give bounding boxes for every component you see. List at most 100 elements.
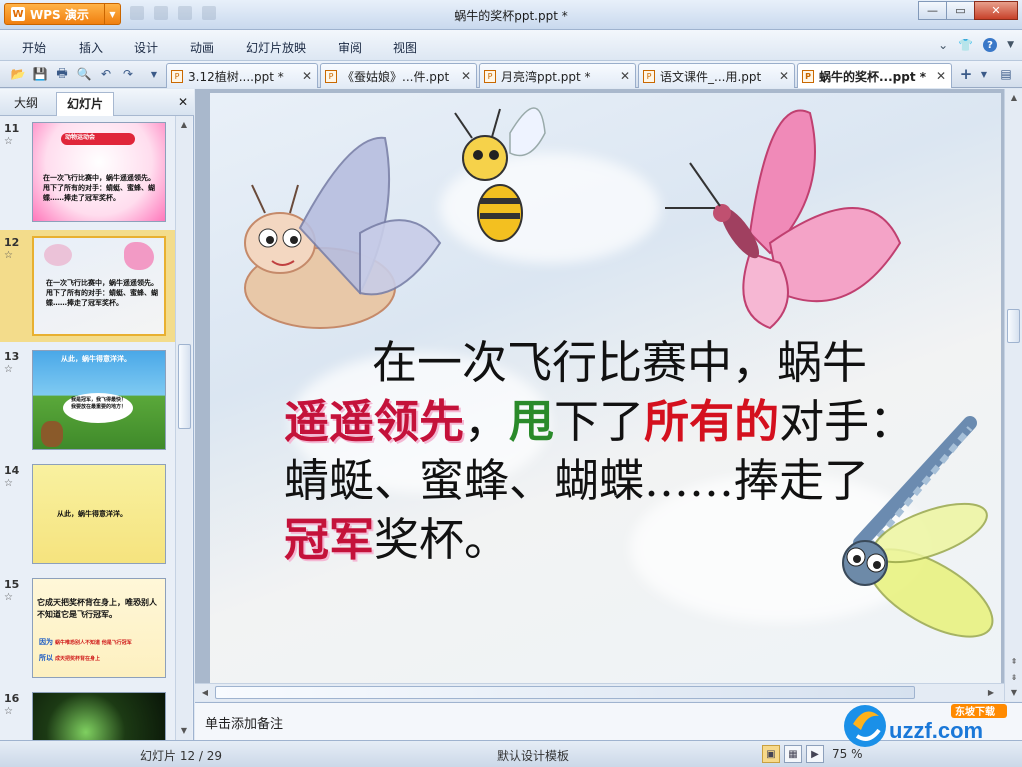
plain-text: 下了 xyxy=(554,395,645,448)
thumb-text: 从此，蜗牛得意洋洋。 xyxy=(61,355,131,363)
doc-tab-4[interactable]: P 语文课件_...用.ppt ✕ xyxy=(638,63,795,88)
ppt-file-icon: P xyxy=(171,69,183,83)
doc-tab-label: 语文课件_...用.ppt xyxy=(660,69,762,84)
slide-thumbnail[interactable]: 从此，蜗牛得意洋洋。 xyxy=(32,464,166,564)
thumb-text: 在一次飞行比赛中，蜗牛遥遥领先。甩下了所有的对手：蜻蜓、蜜蜂、蝴蝶……捧走了冠军… xyxy=(43,174,155,202)
scroll-right-icon[interactable]: ▶ xyxy=(985,686,997,698)
minimize-button[interactable]: — xyxy=(918,1,947,20)
doc-tab-5-active[interactable]: P 蜗牛的奖杯...ppt * ✕ xyxy=(797,63,952,88)
slides-panel-tabs: 大纲 幻灯片 ✕ xyxy=(0,89,194,116)
scrollbar-thumb[interactable] xyxy=(215,686,915,699)
scroll-down-icon[interactable]: ▼ xyxy=(1008,686,1020,698)
undo-icon[interactable]: ↶ xyxy=(98,66,114,82)
normal-view-button[interactable]: ▣ xyxy=(762,745,780,763)
slide-number: 11 xyxy=(4,122,20,135)
ppt-file-icon: P xyxy=(643,69,655,83)
scroll-up-icon[interactable]: ▲ xyxy=(1008,91,1020,103)
slide-thumbnail[interactable] xyxy=(32,692,166,740)
slideshow-button[interactable]: ▶ xyxy=(806,745,824,763)
chevron-down-icon[interactable]: ▼ xyxy=(976,66,992,82)
title-bar: W WPS 演示 ▼ 蜗牛的奖杯ppt.ppt * — ▭ ✕ xyxy=(0,0,1022,30)
save-icon[interactable]: 💾 xyxy=(32,66,48,82)
slide-vertical-scrollbar[interactable]: ▲ ⇞ ⇟ ▼ xyxy=(1004,89,1022,701)
doc-tab-label: 蜗牛的奖杯...ppt * xyxy=(819,69,927,84)
close-window-button[interactable]: ✕ xyxy=(974,1,1018,20)
slide-thumbnail[interactable]: 从此，蜗牛得意洋洋。 我是冠军，我飞得最快！我要放在最重要的地方！ xyxy=(32,350,166,450)
animation-star-icon: ☆ xyxy=(4,364,13,375)
scroll-up-icon[interactable]: ▲ xyxy=(178,118,190,130)
slide-number: 12 xyxy=(4,236,20,249)
uzzf-logo-icon: uzzf.com 东坡下载 xyxy=(844,704,1007,747)
slide-thumbnail-row[interactable]: 15 ☆ 它成天把奖杯背在身上，唯恐别人不知道它是飞行冠军。 因为 所以 蜗牛唯… xyxy=(0,572,175,684)
doc-tab-1[interactable]: P 3.12植树....ppt * ✕ xyxy=(166,63,318,88)
help-icon[interactable]: ? xyxy=(983,38,998,52)
tab-list-icon[interactable]: ▤ xyxy=(998,66,1014,82)
slide-thumbnail[interactable]: 在一次飞行比赛中，蜗牛遥遥领先。甩下了所有的对手：蜻蜓、蜜蜂、蝴蝶……捧走了冠军… xyxy=(32,236,166,336)
print-preview-icon[interactable]: 🔍 xyxy=(76,66,92,82)
thumb-title: 动物运动会 xyxy=(65,134,96,141)
butterfly-image xyxy=(124,242,154,270)
slide-thumbnail-row[interactable]: 13 ☆ 从此，蜗牛得意洋洋。 我是冠军，我飞得最快！我要放在最重要的地方！ xyxy=(0,344,175,456)
ppt-file-icon: P xyxy=(484,69,496,83)
slides-panel: 大纲 幻灯片 ✕ 11 ☆ 动物运动会 在一次飞行比赛中，蜗牛遥遥领先。甩下了所… xyxy=(0,89,194,740)
slide-thumbnail-row[interactable]: 14 ☆ 从此，蜗牛得意洋洋。 xyxy=(0,458,175,570)
slide-sorter-button[interactable]: ▦ xyxy=(784,745,802,763)
scrollbar-thumb[interactable] xyxy=(178,344,191,429)
redo-icon[interactable]: ↷ xyxy=(120,66,136,82)
doc-tab-2[interactable]: P 《蚕姑娘》...件.ppt ✕ xyxy=(320,63,477,88)
site-watermark: uzzf.com 东坡下载 xyxy=(841,700,1016,752)
animation-star-icon: ☆ xyxy=(4,592,13,603)
ppt-file-icon: P xyxy=(325,69,337,83)
slide-number: 16 xyxy=(4,692,20,705)
doc-tab-3[interactable]: P 月亮湾ppt.ppt * ✕ xyxy=(479,63,636,88)
menu-right-tools: ⌄ 👕 ? ▼ xyxy=(938,38,1014,52)
notes-placeholder[interactable]: 单击添加备注 xyxy=(205,713,283,732)
slide-line-3: 蜻蜓、蜜蜂、蝴蝶……捧走了 xyxy=(284,454,870,507)
highlight-lead: 遥遥领先 xyxy=(284,395,465,448)
slide-thumbnail-row-selected[interactable]: 12 ☆ 在一次飞行比赛中，蜗牛遥遥领先。甩下了所有的对手：蜻蜓、蜜蜂、蝴蝶……… xyxy=(0,230,175,342)
menu-insert[interactable]: 插入 xyxy=(79,39,103,56)
skin-icon[interactable]: 👕 xyxy=(958,38,973,52)
slide-thumbnail[interactable]: 它成天把奖杯背在身上，唯恐别人不知道它是飞行冠军。 因为 所以 蜗牛唯恐别人不知… xyxy=(32,578,166,678)
prev-slide-icon[interactable]: ⇞ xyxy=(1008,655,1020,667)
scroll-left-icon[interactable]: ◀ xyxy=(199,686,211,698)
tab-slides[interactable]: 幻灯片 xyxy=(56,92,115,116)
scroll-down-icon[interactable]: ▼ xyxy=(178,724,190,736)
slide-body-text[interactable]: 在一次飞行比赛中，蜗牛 遥遥领先，甩下了所有的对手： 蜻蜓、蜜蜂、蝴蝶……捧走了… xyxy=(284,333,984,569)
current-slide[interactable]: 在一次飞行比赛中，蜗牛 遥遥领先，甩下了所有的对手： 蜻蜓、蜜蜂、蝴蝶……捧走了… xyxy=(210,93,1001,686)
menu-start[interactable]: 开始 xyxy=(22,39,46,56)
menu-review[interactable]: 审阅 xyxy=(338,39,362,56)
close-panel-icon[interactable]: ✕ xyxy=(178,95,188,109)
close-tab-icon[interactable]: ✕ xyxy=(302,69,312,83)
close-tab-icon[interactable]: ✕ xyxy=(461,69,471,83)
menu-slideshow[interactable]: 幻灯片放映 xyxy=(246,39,306,56)
close-tab-icon[interactable]: ✕ xyxy=(779,69,789,83)
menu-bar: 开始 插入 设计 动画 幻灯片放映 审阅 视图 ⌄ 👕 ? ▼ xyxy=(0,30,1022,61)
collapse-ribbon-icon[interactable]: ⌄ xyxy=(938,38,948,52)
thumbnail-scrollbar[interactable]: ▲ ▼ xyxy=(175,116,192,740)
menu-view[interactable]: 视图 xyxy=(393,39,417,56)
scrollbar-thumb[interactable] xyxy=(1007,309,1020,343)
print-icon[interactable]: 🖶 xyxy=(54,66,70,82)
thumb-text: 它成天把奖杯背在身上，唯恐别人不知道它是飞行冠军。 xyxy=(37,598,157,619)
menu-animation[interactable]: 动画 xyxy=(190,39,214,56)
slide-horizontal-scrollbar[interactable]: ◀ ▶ xyxy=(195,683,1004,701)
slide-editor-area: 在一次飞行比赛中，蜗牛 遥遥领先，甩下了所有的对手： 蜻蜓、蜜蜂、蝴蝶……捧走了… xyxy=(195,89,1022,701)
slide-thumbnail-row[interactable]: 11 ☆ 动物运动会 在一次飞行比赛中，蜗牛遥遥领先。甩下了所有的对手：蜻蜓、蜜… xyxy=(0,116,175,228)
slide-thumbnail[interactable]: 动物运动会 在一次飞行比赛中，蜗牛遥遥领先。甩下了所有的对手：蜻蜓、蜜蜂、蝴蝶…… xyxy=(32,122,166,222)
highlight-all: 所有的 xyxy=(644,395,780,448)
tab-outline[interactable]: 大纲 xyxy=(14,94,38,111)
maximize-button[interactable]: ▭ xyxy=(946,1,975,20)
customize-icon[interactable]: ▼ xyxy=(146,66,162,82)
next-slide-icon[interactable]: ⇟ xyxy=(1008,671,1020,683)
new-tab-button[interactable]: + xyxy=(958,65,974,83)
chevron-down-icon[interactable]: ▼ xyxy=(1007,40,1014,50)
butterfly-image xyxy=(665,109,902,330)
close-tab-icon[interactable]: ✕ xyxy=(936,69,946,83)
menu-design[interactable]: 设计 xyxy=(134,39,158,56)
close-tab-icon[interactable]: ✕ xyxy=(620,69,630,83)
slide-thumbnail-row[interactable]: 16 ☆ xyxy=(0,686,175,740)
open-icon[interactable]: 📂 xyxy=(10,66,26,82)
thumb-because: 因为 xyxy=(39,638,53,646)
slide-counter: 幻灯片 12 / 29 xyxy=(140,749,223,763)
